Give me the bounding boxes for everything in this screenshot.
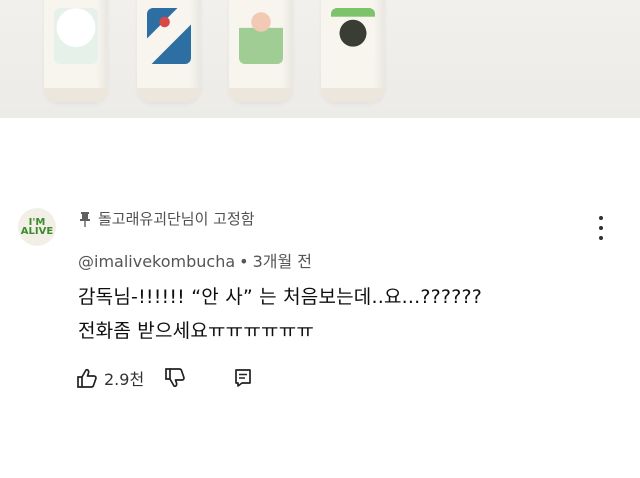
avatar[interactable]: I'M ALIVE: [18, 208, 56, 246]
video-thumbnail[interactable]: [0, 0, 640, 118]
pinned-label: 돌고래유괴단님이 고정함: [98, 210, 255, 228]
pin-icon: [80, 211, 90, 227]
like-count: 2.9천: [104, 370, 145, 389]
thumb-up-icon: [77, 368, 97, 388]
reply-button[interactable]: [234, 368, 252, 388]
avatar-label: I'M ALIVE: [20, 217, 54, 237]
comment-text-line-1: 감독님-!!!!!! “안 사” 는 처음보는데..요...??????: [78, 286, 483, 308]
thumb-down-icon: [165, 368, 185, 388]
bottle-illustration-pig: [229, 0, 293, 102]
bottle-illustration-panda: [137, 0, 201, 102]
comment-actions: 2.9천: [76, 366, 252, 390]
like-button[interactable]: 2.9천: [76, 366, 164, 390]
bottle-illustration-sheep: [321, 0, 385, 102]
dislike-button[interactable]: [164, 368, 186, 388]
comment-text-line-2: 전화좀 받으세요ㅠㅠㅠㅠㅠㅠ: [78, 320, 315, 342]
more-vert-icon[interactable]: [594, 216, 608, 240]
reply-icon: [235, 369, 252, 387]
comment-time[interactable]: 3개월 전: [253, 252, 312, 271]
meta-separator: •: [239, 252, 249, 271]
author-handle[interactable]: @imalivekombucha: [78, 252, 235, 271]
pinned-indicator: 돌고래유괴단님이 고정함: [78, 208, 255, 229]
bottle-illustration-polar-bear: [44, 0, 108, 102]
comment-meta: @imalivekombucha • 3개월 전: [78, 248, 312, 272]
